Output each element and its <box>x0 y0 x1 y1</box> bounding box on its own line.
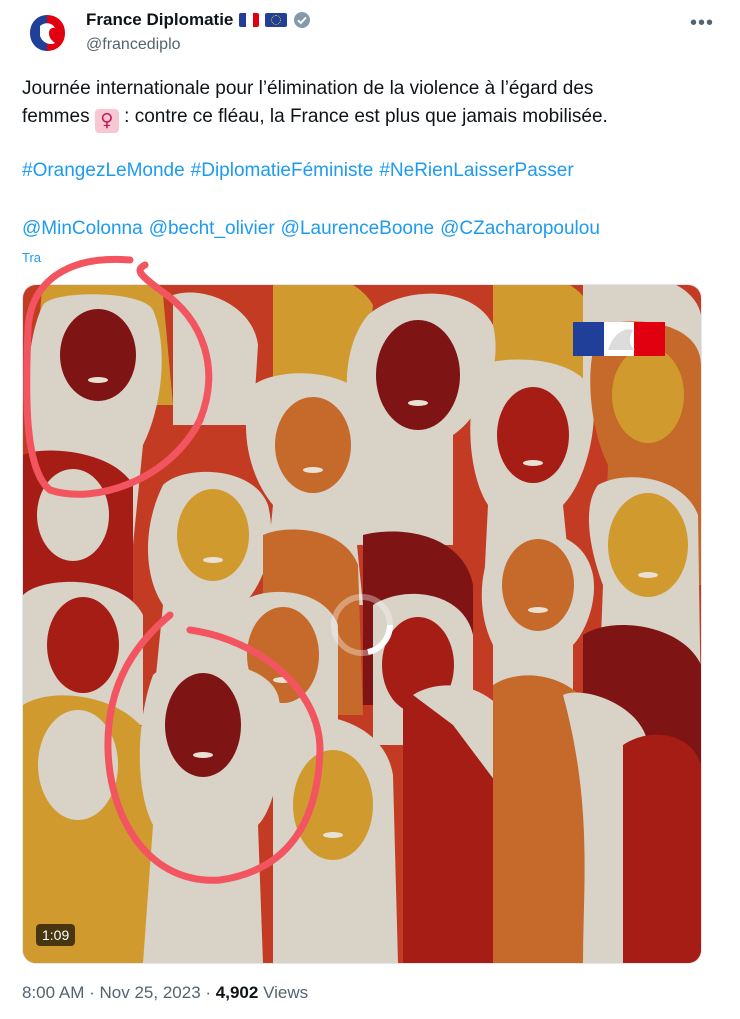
tweet-meta: 8:00 AM · Nov 25, 2023 · 4,902 Views <box>22 983 308 1003</box>
tweet-date[interactable]: Nov 25, 2023 <box>100 983 201 1002</box>
tweet-text-line2-post: : contre ce fléau, la France est plus qu… <box>124 106 608 127</box>
display-name[interactable]: France Diplomatie <box>86 10 233 30</box>
france-flag-icon <box>239 13 260 27</box>
tweet-text: Journée internationale pour l’éliminatio… <box>22 75 712 133</box>
mention-link[interactable]: @CZacharopoulou <box>440 218 600 240</box>
video-frame-illustration <box>23 285 701 963</box>
eu-flag-icon <box>265 13 288 27</box>
female-sign-icon: ♀ <box>94 109 119 133</box>
more-icon[interactable]: ••• <box>690 12 714 35</box>
hashtag-link[interactable]: #NeRienLaisserPasser <box>379 160 573 182</box>
video-player[interactable] <box>22 284 702 964</box>
tweet-header: France Diplomatie @francediplo ••• <box>0 0 740 60</box>
mention-link[interactable]: @LaurenceBoone <box>281 218 434 240</box>
mention-link[interactable]: @becht_olivier <box>149 218 275 240</box>
mention-list: @MinColonna @becht_olivier @LaurenceBoon… <box>22 218 600 240</box>
video-duration: 1:09 <box>36 924 76 946</box>
name-row: France Diplomatie <box>86 10 311 30</box>
verified-badge-icon <box>294 12 311 28</box>
translate-link[interactable]: Tra <box>22 250 41 265</box>
tweet-text-line1: Journée internationale pour l’éliminatio… <box>22 78 594 99</box>
hashtag-list: #OrangezLeMonde #DiplomatieFéministe #Ne… <box>22 160 574 182</box>
mention-link[interactable]: @MinColonna <box>22 218 143 240</box>
meta-separator: · <box>205 983 212 1002</box>
views-count: 4,902 <box>215 983 259 1002</box>
hashtag-link[interactable]: #DiplomatieFéministe <box>191 160 374 182</box>
hashtag-link[interactable]: #OrangezLeMonde <box>22 160 185 182</box>
meta-separator: · <box>89 983 95 1002</box>
tweet-time[interactable]: 8:00 AM <box>22 983 84 1002</box>
views-label: Views <box>263 983 309 1002</box>
tweet-text-line2: femmes ♀ : contre ce fléau, la France es… <box>22 103 712 133</box>
tweet-text-line2-pre: femmes <box>22 106 90 127</box>
republique-francaise-logo <box>573 322 665 356</box>
account-handle[interactable]: @francediplo <box>86 36 181 54</box>
avatar[interactable] <box>22 8 72 58</box>
